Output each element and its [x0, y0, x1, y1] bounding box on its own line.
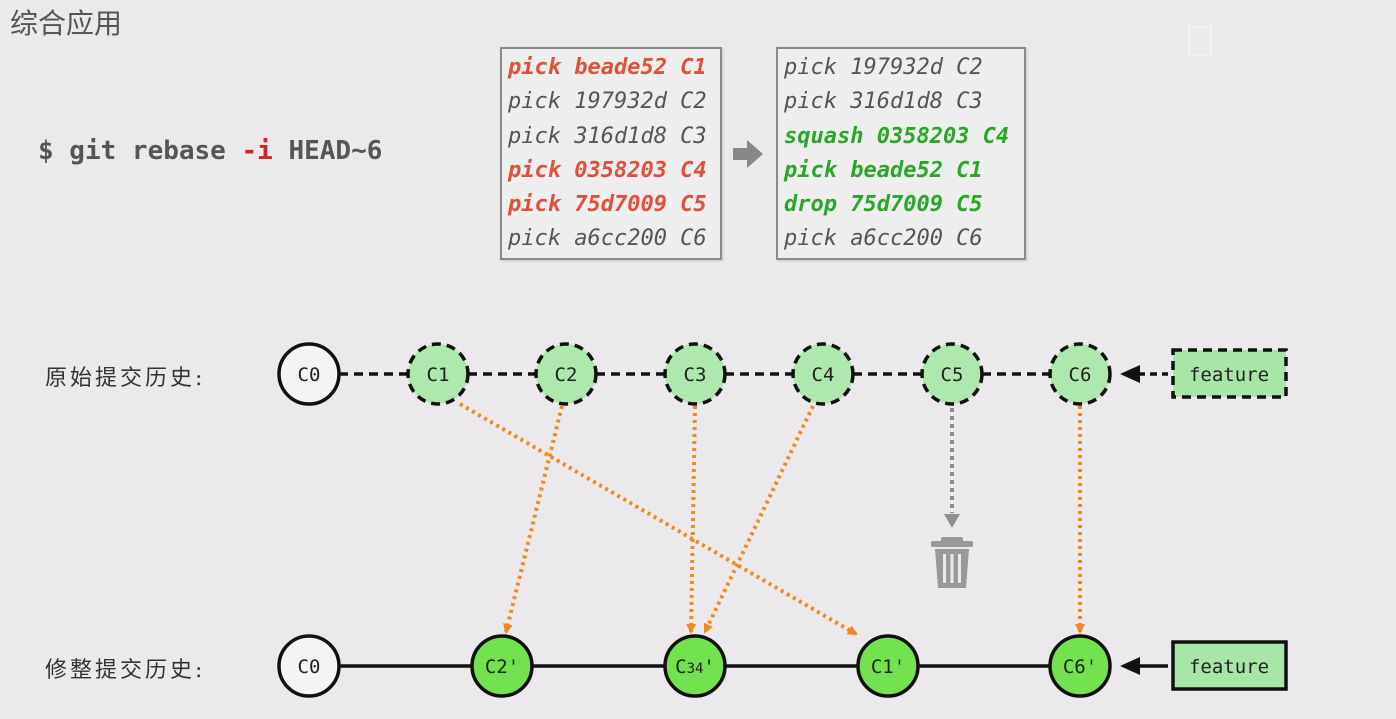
rewritten-node-3: C1'	[856, 634, 920, 698]
drop-arrow-head	[944, 514, 960, 528]
rewritten-node-1: C2'	[470, 634, 534, 698]
commit-node-c0: C0	[277, 342, 341, 406]
commit-label: C1	[427, 364, 450, 386]
commit-label: C3	[684, 364, 707, 386]
commit-node-c3: C3	[663, 342, 727, 406]
trash-icon	[931, 537, 973, 588]
branch-name: feature	[1189, 364, 1269, 386]
rewritten-node-4: C6'	[1048, 634, 1112, 698]
commit-node-c2: C2	[534, 342, 598, 406]
commit-label: C0	[298, 656, 321, 678]
commit-node-c5: C5	[920, 342, 984, 406]
commit-graph: C0 C1 C2 C3 C4 C5 C6 C0 C2' C34' C1' C6' feature fe…	[277, 342, 1288, 698]
mapping-arrow-c2	[503, 405, 564, 634]
commit-label: C6'	[1063, 656, 1097, 678]
commit-node-c6: C6	[1048, 342, 1112, 406]
rewritten-node-2: C34'	[663, 634, 727, 698]
commit-label: C5	[941, 364, 964, 386]
commit-label: C0	[298, 364, 321, 386]
commit-label: C1'	[871, 656, 905, 678]
branch-name: feature	[1189, 656, 1269, 678]
mapping-arrow-c3	[686, 405, 697, 634]
rewritten-node-0: C0	[277, 634, 341, 698]
commit-label: C2'	[485, 656, 519, 678]
commit-label: C4	[812, 364, 835, 386]
branch-label-rewritten: feature	[1120, 640, 1288, 691]
commit-label: C6	[1069, 364, 1092, 386]
commit-node-c1: C1	[406, 342, 470, 406]
branch-label-original: feature	[1120, 348, 1288, 399]
commit-label: C2	[555, 364, 578, 386]
mapping-arrow-c4	[703, 405, 815, 634]
commit-node-c4: C4	[791, 342, 855, 406]
